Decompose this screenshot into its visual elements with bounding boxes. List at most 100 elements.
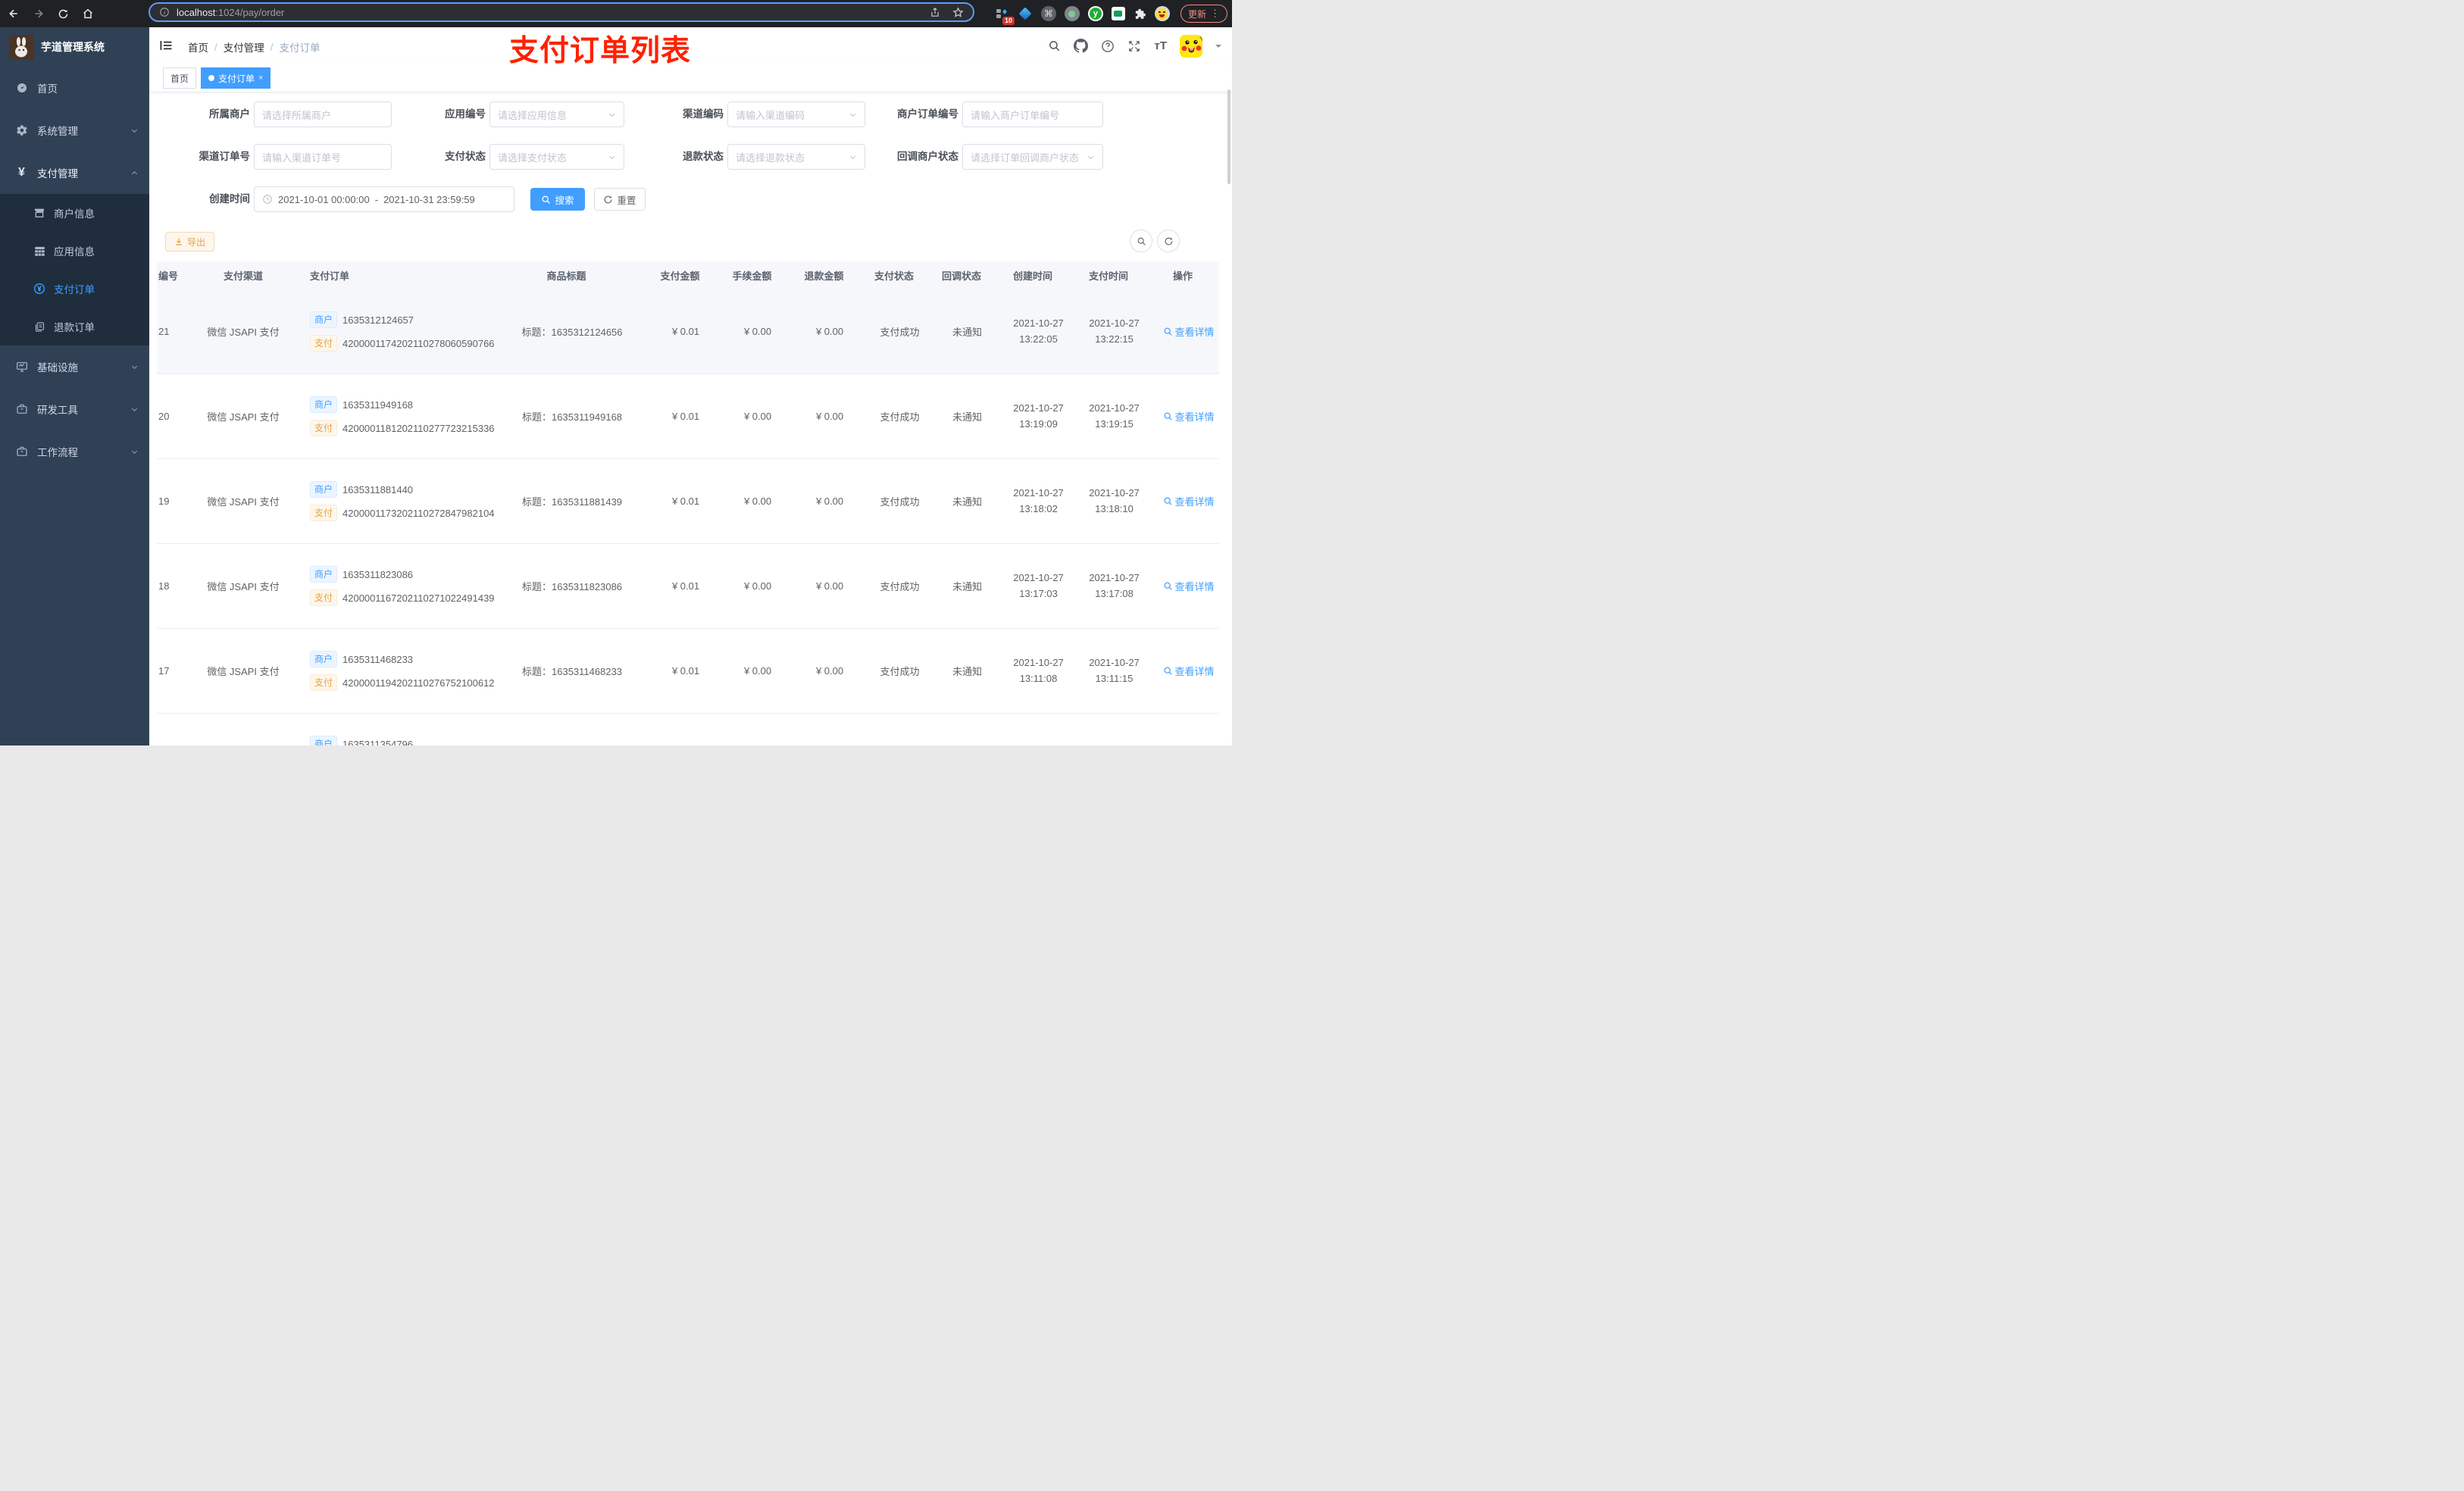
refund-status-select[interactable]: 请选择退款状态 — [727, 144, 865, 170]
export-button[interactable]: 导出 — [165, 232, 215, 252]
merchant-order-line: 商户 1635311949168 — [310, 396, 495, 413]
view-detail-link[interactable]: 查看详情 — [1152, 579, 1225, 593]
sidebar-item-pay-order[interactable]: 支付订单 — [0, 270, 149, 308]
font-size-icon[interactable]: ᴛT — [1154, 39, 1167, 52]
sidebar-item-app-info[interactable]: 应用信息 — [0, 232, 149, 270]
refresh-table-button[interactable] — [1157, 230, 1180, 252]
grid-icon — [33, 245, 45, 257]
command-extension-icon[interactable]: ⌘ — [1040, 6, 1056, 21]
magnifier-icon — [1164, 412, 1172, 420]
view-detail-link[interactable]: 查看详情 — [1152, 664, 1225, 678]
search-icon[interactable] — [1048, 39, 1061, 52]
filter-label-pay-status: 支付状态 — [445, 151, 486, 162]
pay-tag: 支付 — [310, 505, 338, 521]
search-icon — [543, 195, 551, 204]
active-dot-icon — [208, 75, 215, 81]
sidebar-item-infra[interactable]: 基础设施 — [0, 345, 149, 388]
puzzle-extensions-icon[interactable] — [1134, 8, 1146, 20]
merchant-order-no-input[interactable]: 请输入商户订单编号 — [962, 102, 1103, 127]
filter-label-app: 应用编号 — [445, 108, 486, 120]
address-bar[interactable]: localhost:1024/pay/order — [149, 2, 974, 22]
app-select[interactable]: 请选择应用信息 — [489, 102, 624, 127]
view-detail-link[interactable]: 查看详情 — [1152, 324, 1225, 339]
home-icon[interactable] — [82, 8, 94, 20]
sidebar-item-workflow[interactable]: 工作流程 — [0, 430, 149, 473]
bookmark-star-icon[interactable] — [952, 6, 964, 18]
sidebar-item-home[interactable]: 首页 — [0, 67, 149, 109]
search-button[interactable]: 搜索 — [530, 188, 585, 211]
refresh-icon — [1165, 237, 1172, 245]
channel-order-no-input[interactable]: 请输入渠道订单号 — [254, 144, 392, 170]
sidebar-item-payment[interactable]: ¥ 支付管理 — [0, 152, 149, 194]
chevron-down-icon — [130, 127, 139, 135]
screen: localhost:1024/pay/order 10 ⌘ y 更新 ⋮ 芋道… — [0, 0, 1232, 746]
briefcase-icon — [15, 445, 28, 458]
browser-toolbar: localhost:1024/pay/order 10 ⌘ y 更新 ⋮ — [0, 0, 1232, 27]
merchant-select[interactable]: 请选择所属商户 — [254, 102, 392, 127]
pay-tag: 支付 — [310, 674, 338, 691]
user-avatar[interactable] — [1180, 34, 1202, 58]
table-row: 商户 1635311354796 支付 — [157, 714, 1219, 746]
breadcrumb-home[interactable]: 首页 — [188, 39, 208, 55]
filter-label-merchant-order-no: 商户订单编号 — [897, 108, 958, 120]
help-icon[interactable] — [1101, 39, 1115, 53]
clock-icon — [262, 194, 273, 205]
extension-grid-icon[interactable]: 10 — [994, 6, 1015, 25]
sidebar-item-devtools[interactable]: 研发工具 — [0, 388, 149, 430]
filter-label-channel-code: 渠道编码 — [683, 108, 724, 120]
back-icon[interactable] — [8, 8, 20, 20]
tag-pay-order[interactable]: 支付订单 × — [201, 67, 271, 89]
fullscreen-icon[interactable] — [1127, 39, 1141, 53]
merchant-tag: 商户 — [310, 311, 338, 328]
y-extension-icon[interactable]: y — [1087, 6, 1103, 21]
gem-extension-icon[interactable] — [1018, 6, 1033, 21]
sidebar-item-system[interactable]: 系统管理 — [0, 109, 149, 152]
pay-tag: 支付 — [310, 589, 338, 606]
channel-code-select[interactable]: 请输入渠道编码 — [727, 102, 865, 127]
sidebar-collapse-icon[interactable] — [159, 39, 173, 52]
pay-order-line: 支付 4200001167202110271022491439 — [310, 589, 495, 606]
monitor-icon — [15, 361, 28, 373]
merchant-order-line: 商户 1635311881440 — [310, 481, 495, 498]
tag-home[interactable]: 首页 — [163, 67, 197, 89]
update-button[interactable]: 更新 ⋮ — [1180, 5, 1227, 23]
profile-avatar-icon[interactable] — [1154, 6, 1170, 21]
github-icon[interactable] — [1074, 39, 1089, 53]
table-header: 编号 支付渠道 支付订单 商品标题 支付金额 手续金额 退款金额 支付状态 回调… — [157, 261, 1219, 289]
chat-extension-icon[interactable] — [1111, 7, 1125, 20]
pay-status-select[interactable]: 请选择支付状态 — [489, 144, 624, 170]
pay-tag: 支付 — [310, 335, 338, 352]
table-body: 21 微信 JSAPI 支付 商户 1635312124657 支付 42000… — [157, 289, 1219, 746]
sidebar: 芋道管理系统 首页 系统管理 ¥ 支付管理 商户信息 应用信息 支付订单 退款订… — [0, 27, 149, 746]
chevron-down-icon — [608, 153, 616, 161]
document-icon — [33, 321, 45, 333]
chevron-down-icon — [130, 448, 139, 456]
create-time-range-input[interactable]: 2021-10-01 00:00:00 - 2021-10-31 23:59:5… — [254, 186, 514, 212]
reset-button[interactable]: 重置 — [594, 188, 646, 211]
merchant-tag: 商户 — [310, 651, 338, 667]
sidebar-item-merchant-info[interactable]: 商户信息 — [0, 194, 149, 232]
filter-label-channel-order-no: 渠道订单号 — [199, 151, 251, 162]
view-detail-link[interactable]: 查看详情 — [1152, 409, 1225, 424]
view-detail-link[interactable]: 查看详情 — [1152, 494, 1225, 508]
table-row: 17 微信 JSAPI 支付 商户 1635311468233 支付 42000… — [157, 629, 1219, 714]
share-icon[interactable] — [930, 7, 940, 18]
close-icon[interactable]: × — [258, 73, 263, 83]
filter-label-merchant: 所属商户 — [209, 108, 250, 120]
magnifier-icon — [1164, 667, 1172, 675]
filter-label-refund-status: 退款状态 — [683, 151, 724, 162]
breadcrumb-payment[interactable]: 支付管理 — [224, 39, 264, 55]
record-extension-icon[interactable] — [1064, 6, 1080, 21]
merchant-order-line: 商户 1635311354796 — [310, 736, 489, 746]
header-actions: ᴛT — [1048, 27, 1221, 64]
forward-icon[interactable] — [33, 8, 45, 20]
extension-badge: 10 — [1002, 17, 1015, 25]
show-search-toggle-button[interactable] — [1130, 230, 1152, 252]
reload-icon[interactable] — [58, 8, 69, 20]
filter-label-create-time: 创建时间 — [209, 193, 250, 205]
page-scrollbar-thumb[interactable] — [1227, 89, 1230, 184]
notify-status-select[interactable]: 请选择订单回调商户状态 — [962, 144, 1103, 170]
page-annotation-title: 支付订单列表 — [509, 35, 692, 67]
caret-down-icon[interactable] — [1215, 44, 1221, 51]
sidebar-item-refund-order[interactable]: 退款订单 — [0, 308, 149, 345]
